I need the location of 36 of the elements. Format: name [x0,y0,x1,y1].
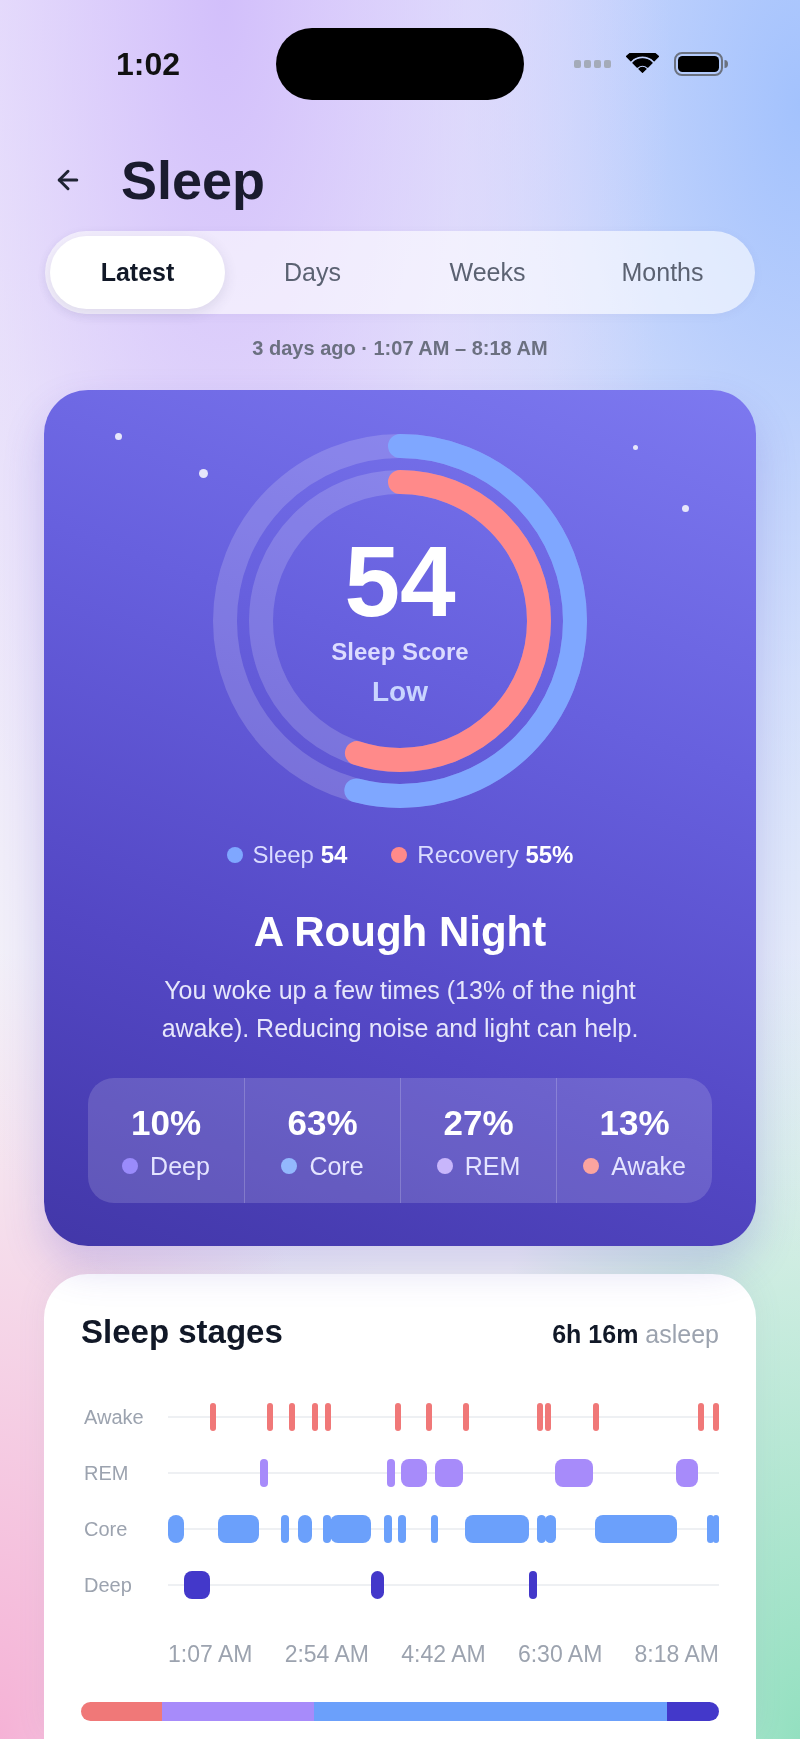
stage-label: REM [464,1151,521,1181]
wifi-icon [626,52,659,76]
time-axis-label: 4:42 AM [401,1640,486,1668]
legend-label: Sleep 54 [252,840,348,870]
time-axis-label: 8:18 AM [634,1640,719,1668]
stage-row-label: Awake [83,1405,145,1430]
score-value: 54 [344,531,456,631]
night-message: You woke up a few times (13% of the night awake). Reducing noise and light can help. [160,975,640,1044]
sleep-period: 3 days ago · 1:07 AM – 8:18 AM [252,336,548,360]
asleep-total: 6h 16m asleep [552,1319,719,1350]
legend-label: Recovery 55% [417,840,574,870]
page-title: Sleep [121,150,266,210]
night-headline: A Rough Night [253,908,547,956]
stage-percent: 63% [287,1103,358,1143]
stage-percent: 10% [130,1103,202,1143]
time-axis-label: 2:54 AM [284,1640,370,1668]
period-tab[interactable]: Months [575,236,750,309]
time-axis-label: 6:30 AM [517,1640,603,1668]
score-rating: Low [372,676,428,708]
signal-icon [574,60,611,68]
status-time: 1:02 [115,45,180,84]
stage-row-label: Deep [83,1573,133,1598]
stage-row-label: Core [83,1517,129,1542]
battery-icon [674,52,728,76]
period-tab[interactable]: Latest [50,236,225,309]
stage-label: Core [309,1151,364,1181]
stage-row-label: REM [83,1461,130,1486]
stage-label: Deep [150,1151,210,1181]
stage-label: Awake [611,1151,686,1181]
stage-percent: 13% [599,1103,670,1143]
period-tab[interactable]: Days [225,236,400,309]
stage-percent: 27% [443,1103,514,1143]
card-title: Sleep stages [81,1312,283,1352]
score-label: Sleep Score [331,638,469,666]
period-tab[interactable]: Weeks [400,236,575,309]
time-axis-label: 1:07 AM [168,1640,253,1668]
